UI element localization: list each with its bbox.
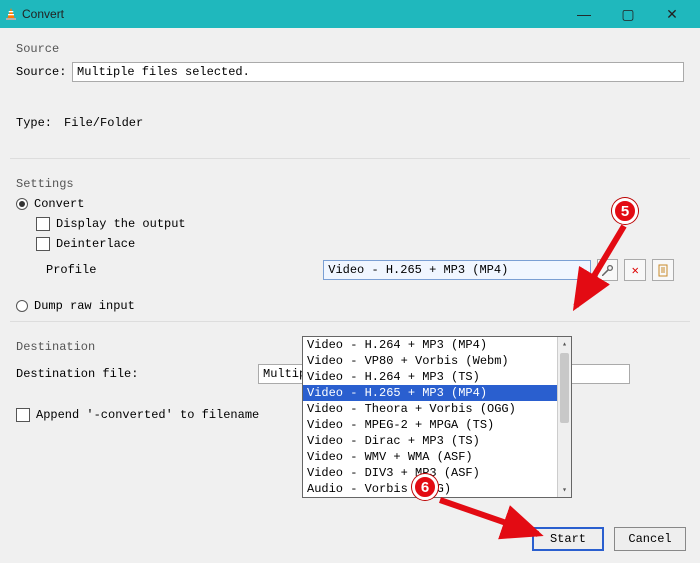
new-profile-icon (657, 264, 670, 277)
window-title: Convert (22, 7, 64, 21)
append-converted-checkbox[interactable] (16, 408, 30, 422)
profile-option[interactable]: Video - DIV3 + MP3 (ASF) (303, 465, 571, 481)
profile-option[interactable]: Video - Theora + Vorbis (OGG) (303, 401, 571, 417)
profile-option[interactable]: Video - H.264 + MP3 (TS) (303, 369, 571, 385)
profile-option[interactable]: Video - H.264 + MP3 (MP4) (303, 337, 571, 353)
source-group-label: Source (16, 42, 690, 56)
titlebar: Convert — ▢ ✕ (0, 0, 700, 28)
new-profile-button[interactable] (652, 259, 674, 281)
display-output-label: Display the output (56, 217, 186, 231)
profile-combobox[interactable]: Video - H.265 + MP3 (MP4) ▾ (323, 260, 590, 280)
profile-option[interactable]: Video - WMV + WMA (ASF) (303, 449, 571, 465)
deinterlace-label: Deinterlace (56, 237, 135, 251)
source-label: Source: (16, 65, 72, 79)
delete-profile-button[interactable]: ✕ (624, 259, 646, 281)
vlc-cone-icon (6, 8, 16, 20)
minimize-button[interactable]: — (562, 1, 606, 27)
dump-raw-label: Dump raw input (34, 299, 135, 313)
dump-raw-radio[interactable] (16, 300, 28, 312)
convert-radio[interactable] (16, 198, 28, 210)
convert-label: Convert (34, 197, 84, 211)
destination-file-label: Destination file: (16, 367, 258, 381)
cancel-button[interactable]: Cancel (614, 527, 686, 551)
edit-profile-button[interactable] (597, 259, 619, 281)
type-value: File/Folder (64, 116, 143, 130)
wrench-icon (601, 264, 614, 277)
start-button[interactable]: Start (532, 527, 604, 551)
profile-option[interactable]: Video - Dirac + MP3 (TS) (303, 433, 571, 449)
chevron-down-icon[interactable]: ▾ (573, 262, 589, 278)
profile-option[interactable]: Video - VP80 + Vorbis (Webm) (303, 353, 571, 369)
annotation-badge-6: 6 (412, 474, 438, 500)
close-button[interactable]: ✕ (650, 1, 694, 27)
profile-label: Profile (46, 263, 323, 277)
dropdown-scrollbar[interactable]: ▴ ▾ (557, 337, 571, 497)
profile-option[interactable]: Video - H.265 + MP3 (MP4) (303, 385, 571, 401)
maximize-button[interactable]: ▢ (606, 1, 650, 27)
profile-dropdown-list[interactable]: Video - H.264 + MP3 (MP4)Video - VP80 + … (302, 336, 572, 498)
deinterlace-checkbox[interactable] (36, 237, 50, 251)
annotation-badge-5: 5 (612, 198, 638, 224)
profile-option[interactable]: Video - MPEG-2 + MPGA (TS) (303, 417, 571, 433)
settings-group-label: Settings (16, 177, 690, 191)
display-output-checkbox[interactable] (36, 217, 50, 231)
source-input[interactable]: Multiple files selected. (72, 62, 684, 82)
append-converted-label: Append '-converted' to filename (36, 408, 259, 422)
type-label: Type: (16, 116, 64, 130)
